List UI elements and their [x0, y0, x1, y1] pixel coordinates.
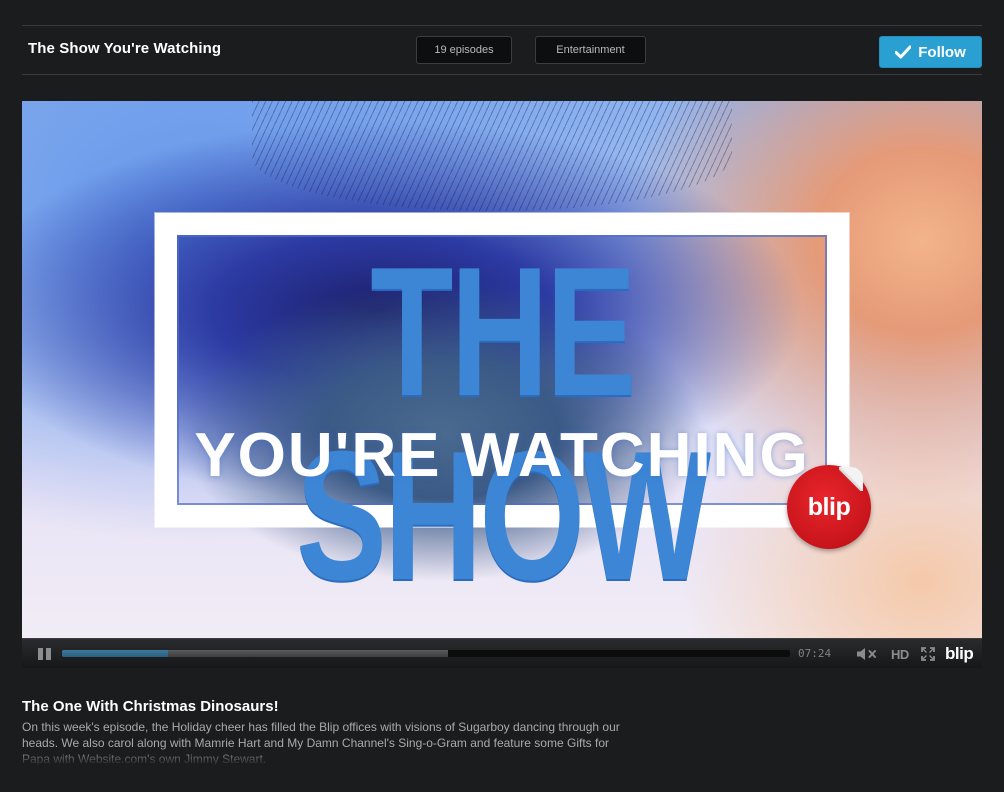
video-title-card: THE SHOW YOU'RE WATCHING — [155, 213, 849, 607]
time-display: 07:24 — [798, 647, 832, 660]
checkmark-icon — [895, 45, 912, 59]
mute-icon[interactable] — [856, 646, 880, 662]
episode-description: On this week's episode, the Holiday chee… — [22, 719, 622, 765]
follow-button[interactable]: Follow — [879, 36, 982, 68]
hd-toggle[interactable]: HD — [891, 646, 913, 662]
video-frame-eyelashes — [252, 101, 732, 211]
episodes-count-badge[interactable]: 19 episodes — [416, 36, 512, 64]
blip-badge-logo: blip — [787, 465, 871, 549]
played-progress — [62, 650, 168, 657]
episode-title: The One With Christmas Dinosaurs! — [22, 698, 279, 715]
player-controls: 07:24 HD blip — [22, 638, 982, 668]
fullscreen-icon[interactable] — [921, 646, 935, 662]
genre-badge[interactable]: Entertainment — [535, 36, 646, 64]
video-player[interactable]: THE SHOW YOU'RE WATCHING blip — [22, 101, 982, 638]
show-header: The Show You're Watching 19 episodes Ent… — [22, 25, 982, 75]
pause-icon[interactable] — [38, 648, 52, 660]
blip-badge-text: blip — [807, 492, 851, 521]
follow-label: Follow — [918, 43, 966, 61]
show-title[interactable]: The Show You're Watching — [28, 40, 221, 57]
blip-brand-logo[interactable]: blip — [945, 644, 974, 664]
progress-bar[interactable] — [62, 650, 790, 657]
video-logo-line2: YOU'RE WATCHING — [194, 421, 810, 490]
